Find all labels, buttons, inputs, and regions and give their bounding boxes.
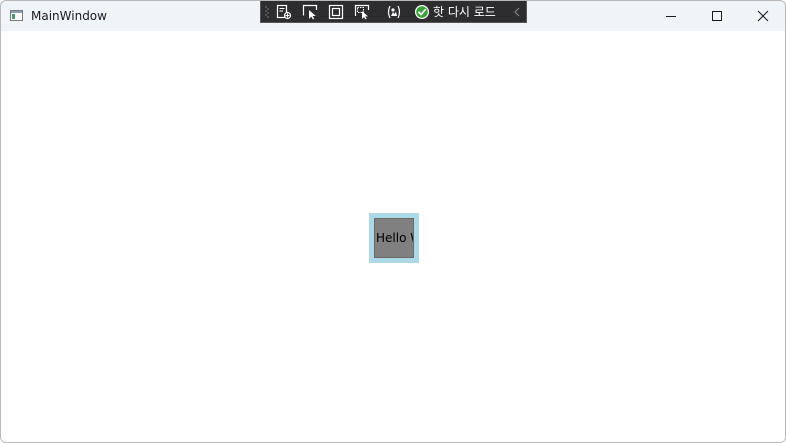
window-app-icon	[10, 10, 23, 21]
maximize-icon	[712, 11, 722, 21]
chevron-left-icon[interactable]	[512, 5, 522, 19]
close-icon	[757, 10, 769, 22]
check-circle-icon	[415, 5, 429, 19]
main-window: MainWindow 핫 다시 로드 Hello	[0, 0, 786, 443]
toolbar-grip-icon[interactable]	[265, 5, 269, 19]
select-element-button[interactable]	[301, 3, 319, 21]
close-button[interactable]	[740, 1, 785, 31]
live-visual-tree-icon	[276, 4, 292, 20]
minimize-button[interactable]	[648, 1, 694, 31]
hot-reload-label: 핫 다시 로드	[433, 5, 496, 19]
window-content: Hello World	[1, 31, 785, 442]
maximize-button[interactable]	[694, 1, 740, 31]
select-element-icon	[302, 4, 318, 20]
track-focus-icon	[354, 4, 370, 20]
hot-reload-status[interactable]: 핫 다시 로드	[414, 3, 496, 21]
hello-border: Hello World	[369, 213, 419, 263]
hello-world-button[interactable]: Hello World	[374, 218, 414, 258]
binding-failures-button[interactable]	[385, 3, 403, 21]
hello-world-text: Hello World	[376, 231, 413, 245]
track-focus-button[interactable]	[353, 3, 371, 21]
window-title: MainWindow	[31, 9, 107, 23]
display-layout-adorners-button[interactable]	[327, 3, 345, 21]
live-visual-tree-button[interactable]	[275, 3, 293, 21]
xaml-runtime-toolbar: 핫 다시 로드	[260, 1, 527, 23]
display-layout-adorners-icon	[328, 4, 344, 20]
minimize-icon	[666, 16, 676, 17]
binding-failures-icon	[387, 5, 401, 19]
